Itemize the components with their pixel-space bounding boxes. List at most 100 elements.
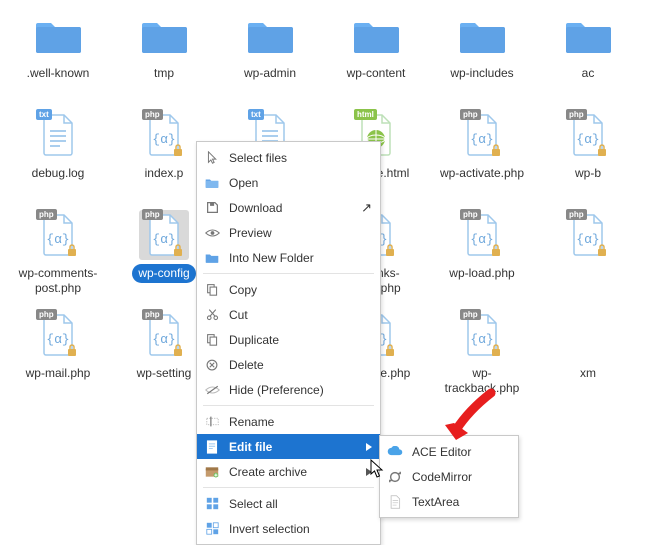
file-name: wp-content [341, 64, 412, 83]
refresh-icon [386, 470, 404, 484]
file-item[interactable]: {α}php [535, 205, 641, 305]
eye-icon [203, 228, 221, 238]
file-item[interactable]: {α}phpwp-b [535, 105, 641, 205]
file-item[interactable]: {α}php wp-activate.php [429, 105, 535, 205]
separator [203, 487, 374, 488]
file-name: wp-load.php [443, 264, 520, 283]
file-name: wp-admin [238, 64, 302, 83]
php-icon: {α}php [457, 110, 507, 160]
ctx-into-new-folder[interactable]: Into New Folder [197, 245, 380, 270]
ctx-cut[interactable]: Cut [197, 302, 380, 327]
hide-icon [203, 385, 221, 395]
ctx-preview[interactable]: Preview [197, 220, 380, 245]
file-item[interactable]: {α}php wp-trackback.php [429, 305, 535, 405]
file-name: wp-setting [131, 364, 198, 383]
ctx-delete[interactable]: Delete [197, 352, 380, 377]
ctx-label: Select files [229, 151, 372, 165]
ctx-edit-file[interactable]: Edit file [197, 434, 380, 459]
folder-add-icon [203, 252, 221, 264]
folder-item[interactable]: wp-content [323, 5, 429, 105]
context-menu: Select files Open Download ↗ Preview Int… [196, 141, 381, 545]
file-name: wp-activate.php [434, 164, 530, 183]
ctx-label: Hide (Preference) [229, 383, 372, 397]
file-name: debug.log [26, 164, 91, 183]
file-name: index.p [139, 164, 190, 183]
ctx-label: Select all [229, 497, 372, 511]
folder-item[interactable]: ac [535, 5, 641, 105]
folder-item[interactable]: tmp [111, 5, 217, 105]
page-icon [386, 495, 404, 509]
separator [203, 273, 374, 274]
archive-icon [203, 466, 221, 478]
ctx-label: Duplicate [229, 333, 372, 347]
ctx-hide[interactable]: Hide (Preference) [197, 377, 380, 402]
ctx-label: Create archive [229, 465, 366, 479]
ctx-copy[interactable]: Copy [197, 277, 380, 302]
submenu-label: TextArea [412, 495, 510, 509]
ctx-invert-selection[interactable]: Invert selection [197, 516, 380, 541]
invert-icon [203, 522, 221, 535]
ctx-label: Delete [229, 358, 372, 372]
copy-icon [203, 283, 221, 296]
cursor-icon [203, 151, 221, 164]
file-name: wp-trackback.php [432, 364, 532, 398]
separator [203, 405, 374, 406]
folder-item[interactable]: .well-known [5, 5, 111, 105]
cloud-icon [386, 446, 404, 457]
folder-icon [351, 10, 401, 60]
folder-item[interactable]: wp-includes [429, 5, 535, 105]
rename-icon [203, 415, 221, 428]
ctx-label: Into New Folder [229, 251, 372, 265]
edit-file-submenu: ACE Editor CodeMirror TextArea [379, 435, 519, 518]
php-icon: {α}php [33, 210, 83, 260]
file-item[interactable]: xm [535, 305, 641, 405]
php-icon: {α}php [457, 310, 507, 360]
ctx-label: Open [229, 176, 372, 190]
folder-item[interactable]: wp-admin [217, 5, 323, 105]
php-icon: {α}php [139, 310, 189, 360]
file-name [582, 264, 594, 268]
folder-icon [245, 10, 295, 60]
chevron-right-icon [366, 468, 372, 476]
external-icon: ↗ [361, 200, 372, 216]
duplicate-icon [203, 333, 221, 346]
file-name: wp-includes [444, 64, 519, 83]
submenu-label: ACE Editor [412, 445, 510, 459]
ctx-label: Edit file [229, 440, 366, 454]
file-item[interactable]: {α}phpwp-mail.php [5, 305, 111, 405]
ctx-label: Preview [229, 226, 372, 240]
delete-icon [203, 359, 221, 371]
submenu-codemirror[interactable]: CodeMirror [380, 464, 518, 489]
file-name: .well-known [21, 64, 96, 83]
php-icon: {α}php [457, 210, 507, 260]
file-item[interactable]: {α}php wp-load.php [429, 205, 535, 305]
file-item[interactable]: {α}php wp-comments- post.php [5, 205, 111, 305]
ctx-create-archive[interactable]: Create archive [197, 459, 380, 484]
file-name: xm [574, 364, 602, 383]
file-name: tmp [148, 64, 180, 83]
php-icon: {α}php [33, 310, 83, 360]
php-icon: {α}php [139, 210, 189, 260]
submenu-textarea[interactable]: TextArea [380, 489, 518, 514]
txt-icon: txt [33, 110, 83, 160]
folder-icon [139, 10, 189, 60]
file-item[interactable]: txt debug.log [5, 105, 111, 205]
ctx-select-all[interactable]: Select all [197, 491, 380, 516]
chevron-right-icon [366, 443, 372, 451]
ctx-label: Rename [229, 415, 372, 429]
folder-icon [563, 10, 613, 60]
file-name: wp-comments- post.php [13, 264, 104, 298]
folder-icon [457, 10, 507, 60]
file-name: wp-config [132, 264, 195, 283]
submenu-ace-editor[interactable]: ACE Editor [380, 439, 518, 464]
ctx-label: Invert selection [229, 522, 372, 536]
ctx-duplicate[interactable]: Duplicate [197, 327, 380, 352]
submenu-label: CodeMirror [412, 470, 510, 484]
edit-file-icon [203, 440, 221, 454]
php-icon: {α}php [139, 110, 189, 160]
ctx-select-files[interactable]: Select files [197, 145, 380, 170]
select-all-icon [203, 497, 221, 510]
ctx-rename[interactable]: Rename [197, 409, 380, 434]
ctx-open[interactable]: Open [197, 170, 380, 195]
ctx-download[interactable]: Download ↗ [197, 195, 380, 220]
